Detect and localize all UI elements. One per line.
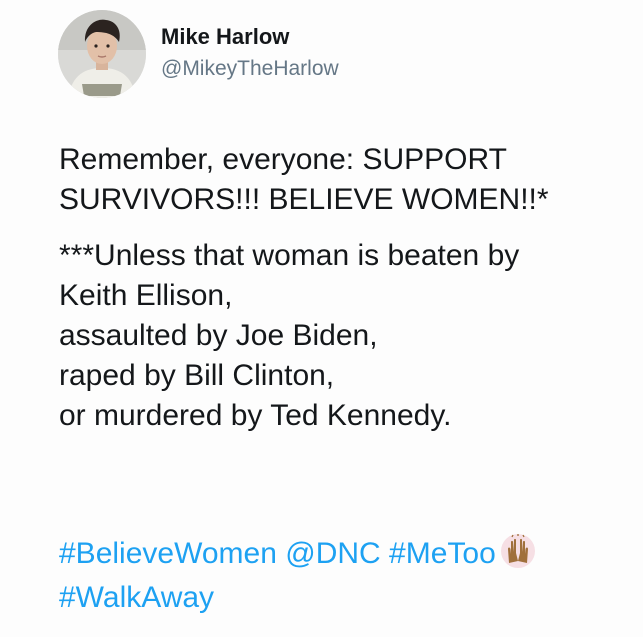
tweet-text: Remember, everyone: SUPPORT SURVIVORS!!!…: [59, 140, 629, 436]
raised-hands-icon: [500, 533, 536, 569]
tweet-line: Remember, everyone: SUPPORT: [59, 143, 507, 176]
hashtag-walkaway[interactable]: #WalkAway: [59, 581, 214, 614]
hashtag-row: #BelieveWomen @DNC #MeToo: [59, 532, 536, 576]
tweet-line: or murdered by Ted Kennedy.: [59, 399, 452, 432]
tweet-card: Mike Harlow @MikeyTheHarlow Remember, ev…: [0, 0, 643, 637]
tweet-line: Keith Ellison,: [59, 279, 233, 312]
hashtag-believewomen[interactable]: #BelieveWomen: [59, 537, 277, 570]
tweet-line: ***Unless that woman is beaten by: [59, 239, 520, 272]
hashtag-block: #BelieveWomen @DNC #MeToo #WalkAway: [59, 532, 536, 620]
hashtag-metoo[interactable]: #MeToo: [389, 537, 496, 570]
tweet-line: SURVIVORS!!! BELIEVE WOMEN!!*: [59, 183, 549, 216]
avatar-image: [58, 10, 146, 98]
display-name[interactable]: Mike Harlow: [161, 24, 289, 50]
user-handle[interactable]: @MikeyTheHarlow: [161, 57, 339, 81]
hashtag-row: #WalkAway: [59, 576, 536, 620]
tweet-line: raped by Bill Clinton,: [59, 359, 335, 392]
tweet-line: assaulted by Joe Biden,: [59, 319, 378, 352]
mention-dnc[interactable]: @DNC: [285, 537, 380, 570]
avatar[interactable]: [58, 10, 146, 98]
